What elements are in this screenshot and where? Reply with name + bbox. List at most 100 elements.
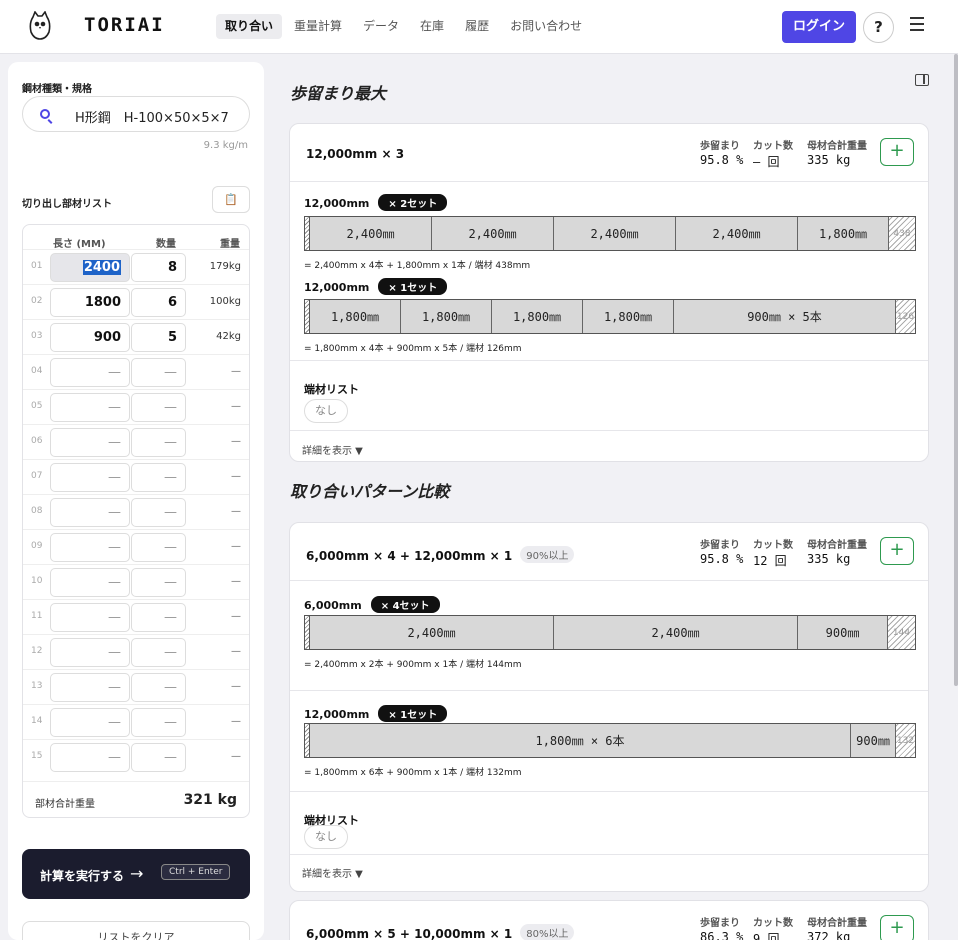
top-header: TORIAI 取り合い 重量計算 データ 在庫 履歴 お問い合わせ ログイン ? — [0, 0, 958, 54]
waste-segment: 132 — [896, 724, 915, 757]
length-input[interactable]: — — [50, 743, 130, 772]
card-header: 12,000mm × 3 歩留まり カット数 母材合計重量 95.8 % — 回… — [290, 124, 928, 182]
length-input[interactable]: — — [50, 358, 130, 387]
quantity-input[interactable]: 5 — [131, 323, 186, 352]
add-pattern-button[interactable]: + — [880, 537, 914, 565]
quantity-value: — — [164, 505, 177, 520]
nav-stock[interactable]: 在庫 — [411, 14, 453, 39]
owl-logo-icon[interactable] — [28, 11, 52, 41]
cut-piece: 1,800㎜ — [492, 300, 583, 333]
quantity-input[interactable]: — — [131, 533, 186, 562]
quantity-input[interactable]: — — [131, 743, 186, 772]
set-count-badge: × 4セット — [370, 596, 440, 613]
cuts-value: 9 回 — [753, 932, 780, 940]
quantity-input[interactable]: — — [131, 673, 186, 702]
quantity-input[interactable]: — — [131, 603, 186, 632]
length-input[interactable]: 900 — [50, 323, 130, 352]
cuts-label: カット数 — [753, 918, 793, 929]
table-row: 06 — — — — [23, 424, 249, 459]
length-input[interactable]: — — [50, 568, 130, 597]
row-number: 08 — [31, 506, 43, 516]
scrap-list-label: 端材リスト — [304, 383, 359, 396]
pattern-title-text: 6,000mm × 5 + 10,000mm × 1 — [306, 927, 513, 940]
yield-badge: 90%以上 — [520, 546, 575, 563]
show-details-toggle[interactable]: 詳細を表示 ▼ — [302, 865, 363, 880]
row-number: 14 — [31, 716, 43, 726]
row-number: 03 — [31, 331, 43, 341]
length-input[interactable]: — — [50, 603, 130, 632]
length-value: — — [108, 715, 121, 730]
quantity-input[interactable]: — — [131, 638, 186, 667]
hamburger-menu-icon[interactable] — [910, 17, 924, 31]
table-row: 01 2400 8 179kg — [23, 249, 249, 284]
page-scrollbar[interactable] — [954, 54, 958, 686]
cut-bar: 2,400㎜ 2,400㎜ 2,400㎜ 2,400㎜ 1,800㎜ 438 — [304, 216, 916, 251]
row-number: 09 — [31, 541, 43, 551]
length-input[interactable]: — — [50, 708, 130, 737]
waste-segment: 438 — [889, 217, 915, 250]
col-weight: 重量 — [220, 239, 240, 250]
length-input[interactable]: 2400 — [50, 253, 130, 282]
length-input[interactable]: — — [50, 463, 130, 492]
length-input[interactable]: 1800 — [50, 288, 130, 317]
parts-list-label: 切り出し部材リスト — [22, 199, 112, 210]
show-details-toggle[interactable]: 詳細を表示 ▼ — [302, 442, 363, 457]
quantity-input[interactable]: — — [131, 568, 186, 597]
total-weight-value: 321 kg — [183, 792, 237, 808]
length-input[interactable]: — — [50, 533, 130, 562]
row-number: 13 — [31, 681, 43, 691]
cut-formula: = 2,400mm x 4本 + 1,800mm x 1本 / 端材 438mm — [304, 261, 531, 271]
run-calculation-button[interactable]: 計算を実行する → Ctrl + Enter — [22, 849, 250, 899]
paste-clipboard-icon[interactable]: 📋 — [212, 186, 250, 213]
length-value: — — [108, 435, 121, 450]
row-number: 15 — [31, 751, 43, 761]
sidebar-toggle-icon[interactable] — [915, 74, 929, 86]
total-weight-label: 部材合計重量 — [35, 799, 95, 810]
quantity-input[interactable]: — — [131, 428, 186, 457]
add-pattern-button[interactable]: + — [880, 915, 914, 940]
pattern-title: 12,000mm × 3 — [306, 147, 404, 161]
nav-history[interactable]: 履歴 — [456, 14, 498, 39]
input-panel: 鋼材種類・規格 H形鋼 H-100×50×5×7 9.3 kg/m 切り出し部材… — [8, 62, 264, 940]
spec-search-input[interactable]: H形鋼 H-100×50×5×7 — [22, 96, 250, 132]
stock-length-label: 6,000mm × 4セット — [304, 596, 440, 613]
nav-data[interactable]: データ — [354, 14, 408, 39]
length-input[interactable]: — — [50, 638, 130, 667]
quantity-input[interactable]: 6 — [131, 288, 186, 317]
clear-list-button[interactable]: リストをクリア — [22, 921, 250, 940]
quantity-input[interactable]: — — [131, 463, 186, 492]
help-button[interactable]: ? — [863, 12, 894, 43]
quantity-input[interactable]: — — [131, 358, 186, 387]
length-input[interactable]: — — [50, 428, 130, 457]
length-value: — — [108, 610, 121, 625]
quantity-input[interactable]: — — [131, 393, 186, 422]
length-value: 900 — [93, 330, 121, 345]
add-pattern-button[interactable]: + — [880, 138, 914, 166]
quantity-input[interactable]: — — [131, 708, 186, 737]
selected-text: 2400 — [82, 260, 121, 275]
cut-piece: 900㎜ × 5本 — [674, 300, 896, 333]
nav-contact[interactable]: お問い合わせ — [501, 14, 591, 39]
login-button[interactable]: ログイン — [782, 11, 856, 43]
length-input[interactable]: — — [50, 498, 130, 527]
row-weight: 100kg — [209, 296, 241, 307]
length-input[interactable]: — — [50, 393, 130, 422]
quantity-input[interactable]: — — [131, 498, 186, 527]
waste-segment: 144 — [888, 616, 915, 649]
stock-length: 6,000mm — [304, 599, 362, 612]
shortcut-hint: Ctrl + Enter — [161, 864, 231, 880]
table-row: 07 — — — — [23, 459, 249, 494]
quantity-input[interactable]: 8 — [131, 253, 186, 282]
row-number: 05 — [31, 401, 43, 411]
length-input[interactable]: — — [50, 673, 130, 702]
cuts-label: カット数 — [753, 141, 793, 152]
cut-piece: 2,400㎜ — [554, 217, 676, 250]
row-weight: 179kg — [209, 261, 241, 272]
nav-toriai[interactable]: 取り合い — [216, 14, 283, 39]
table-row: 14 — — — — [23, 704, 249, 739]
yield-value: 86.3 % — [700, 930, 744, 940]
brand-logo[interactable]: TORIAI — [84, 14, 165, 36]
parts-table: 長さ (MM) 数量 重量 01 2400 8 179kg 02 1800 6 100kg 03… — [22, 224, 250, 818]
yield-value: 95.8 % — [700, 552, 744, 566]
nav-weight-calc[interactable]: 重量計算 — [285, 14, 351, 39]
